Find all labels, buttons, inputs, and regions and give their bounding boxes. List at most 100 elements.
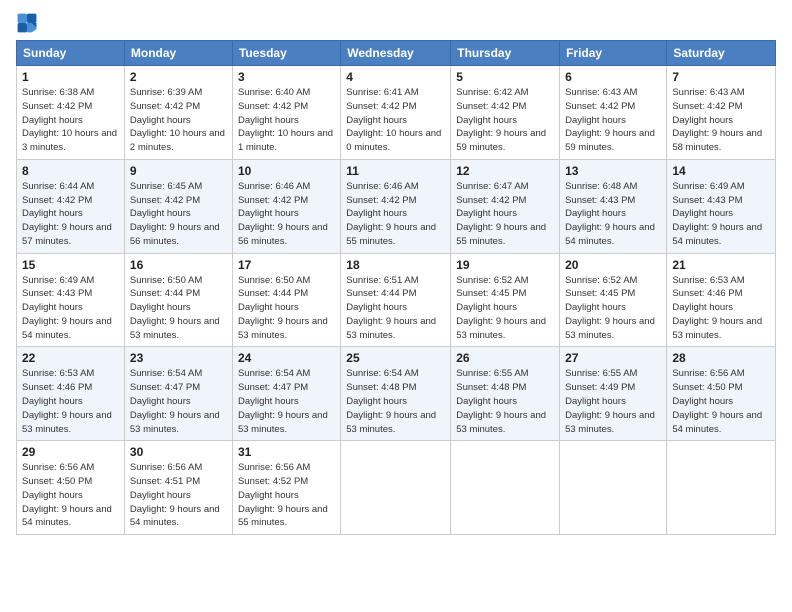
day-detail: Sunrise: 6:54 AM Sunset: 4:48 PM Dayligh… — [346, 367, 445, 436]
day-detail: Sunrise: 6:41 AM Sunset: 4:42 PM Dayligh… — [346, 86, 445, 155]
calendar-cell: 25 Sunrise: 6:54 AM Sunset: 4:48 PM Dayl… — [341, 347, 451, 441]
weekday-header-tuesday: Tuesday — [232, 41, 340, 66]
sunset-text: Sunset: 4:43 PM — [565, 195, 635, 206]
sunrise-text: Sunrise: 6:54 AM — [238, 368, 310, 379]
week-row-3: 22 Sunrise: 6:53 AM Sunset: 4:46 PM Dayl… — [17, 347, 776, 441]
day-number: 23 — [130, 351, 227, 365]
day-number: 16 — [130, 258, 227, 272]
sunset-text: Sunset: 4:47 PM — [238, 382, 308, 393]
daylight-label: Daylight hours — [238, 115, 299, 126]
daylight-label: Daylight hours — [22, 115, 83, 126]
calendar-cell: 9 Sunrise: 6:45 AM Sunset: 4:42 PM Dayli… — [124, 159, 232, 253]
sunrise-text: Sunrise: 6:53 AM — [672, 275, 744, 286]
sunset-text: Sunset: 4:42 PM — [130, 101, 200, 112]
sunset-text: Sunset: 4:44 PM — [346, 288, 416, 299]
day-number: 3 — [238, 70, 335, 84]
daylight-label: Daylight hours — [22, 490, 83, 501]
sunrise-text: Sunrise: 6:41 AM — [346, 87, 418, 98]
daylight-label: Daylight hours — [346, 115, 407, 126]
sunset-text: Sunset: 4:42 PM — [22, 195, 92, 206]
daylight-text: Daylight: 9 hours and 53 minutes. — [238, 410, 328, 435]
week-row-2: 15 Sunrise: 6:49 AM Sunset: 4:43 PM Dayl… — [17, 253, 776, 347]
sunrise-text: Sunrise: 6:56 AM — [130, 462, 202, 473]
calendar-cell: 15 Sunrise: 6:49 AM Sunset: 4:43 PM Dayl… — [17, 253, 125, 347]
daylight-label: Daylight hours — [672, 115, 733, 126]
day-number: 22 — [22, 351, 119, 365]
calendar-cell: 16 Sunrise: 6:50 AM Sunset: 4:44 PM Dayl… — [124, 253, 232, 347]
calendar-cell: 31 Sunrise: 6:56 AM Sunset: 4:52 PM Dayl… — [232, 441, 340, 535]
daylight-text: Daylight: 9 hours and 53 minutes. — [22, 410, 112, 435]
day-detail: Sunrise: 6:46 AM Sunset: 4:42 PM Dayligh… — [238, 180, 335, 249]
day-number: 1 — [22, 70, 119, 84]
daylight-label: Daylight hours — [130, 396, 191, 407]
calendar-cell: 26 Sunrise: 6:55 AM Sunset: 4:48 PM Dayl… — [451, 347, 560, 441]
sunset-text: Sunset: 4:42 PM — [672, 101, 742, 112]
daylight-text: Daylight: 10 hours and 2 minutes. — [130, 128, 225, 153]
daylight-label: Daylight hours — [456, 115, 517, 126]
day-number: 10 — [238, 164, 335, 178]
calendar-cell: 29 Sunrise: 6:56 AM Sunset: 4:50 PM Dayl… — [17, 441, 125, 535]
calendar-cell — [667, 441, 776, 535]
day-detail: Sunrise: 6:52 AM Sunset: 4:45 PM Dayligh… — [565, 274, 661, 343]
daylight-text: Daylight: 9 hours and 54 minutes. — [130, 504, 220, 529]
calendar-cell — [341, 441, 451, 535]
calendar-cell: 12 Sunrise: 6:47 AM Sunset: 4:42 PM Dayl… — [451, 159, 560, 253]
day-number: 24 — [238, 351, 335, 365]
daylight-label: Daylight hours — [565, 302, 626, 313]
sunset-text: Sunset: 4:42 PM — [456, 195, 526, 206]
day-detail: Sunrise: 6:55 AM Sunset: 4:48 PM Dayligh… — [456, 367, 554, 436]
sunrise-text: Sunrise: 6:39 AM — [130, 87, 202, 98]
calendar-cell: 3 Sunrise: 6:40 AM Sunset: 4:42 PM Dayli… — [232, 66, 340, 160]
daylight-text: Daylight: 9 hours and 53 minutes. — [346, 316, 436, 341]
day-detail: Sunrise: 6:49 AM Sunset: 4:43 PM Dayligh… — [672, 180, 770, 249]
calendar-cell: 5 Sunrise: 6:42 AM Sunset: 4:42 PM Dayli… — [451, 66, 560, 160]
sunrise-text: Sunrise: 6:48 AM — [565, 181, 637, 192]
sunset-text: Sunset: 4:47 PM — [130, 382, 200, 393]
daylight-label: Daylight hours — [346, 396, 407, 407]
calendar-cell — [451, 441, 560, 535]
day-number: 2 — [130, 70, 227, 84]
sunset-text: Sunset: 4:42 PM — [565, 101, 635, 112]
daylight-text: Daylight: 9 hours and 59 minutes. — [565, 128, 655, 153]
day-detail: Sunrise: 6:56 AM Sunset: 4:50 PM Dayligh… — [672, 367, 770, 436]
daylight-label: Daylight hours — [565, 115, 626, 126]
daylight-text: Daylight: 9 hours and 55 minutes. — [238, 504, 328, 529]
daylight-text: Daylight: 9 hours and 54 minutes. — [565, 222, 655, 247]
day-number: 14 — [672, 164, 770, 178]
sunrise-text: Sunrise: 6:49 AM — [672, 181, 744, 192]
calendar-cell: 8 Sunrise: 6:44 AM Sunset: 4:42 PM Dayli… — [17, 159, 125, 253]
sunrise-text: Sunrise: 6:52 AM — [565, 275, 637, 286]
sunset-text: Sunset: 4:46 PM — [672, 288, 742, 299]
daylight-text: Daylight: 9 hours and 59 minutes. — [456, 128, 546, 153]
day-detail: Sunrise: 6:55 AM Sunset: 4:49 PM Dayligh… — [565, 367, 661, 436]
sunset-text: Sunset: 4:52 PM — [238, 476, 308, 487]
day-detail: Sunrise: 6:45 AM Sunset: 4:42 PM Dayligh… — [130, 180, 227, 249]
weekday-header-wednesday: Wednesday — [341, 41, 451, 66]
sunset-text: Sunset: 4:42 PM — [238, 195, 308, 206]
sunrise-text: Sunrise: 6:43 AM — [672, 87, 744, 98]
day-number: 31 — [238, 445, 335, 459]
day-number: 11 — [346, 164, 445, 178]
calendar-cell: 18 Sunrise: 6:51 AM Sunset: 4:44 PM Dayl… — [341, 253, 451, 347]
day-detail: Sunrise: 6:54 AM Sunset: 4:47 PM Dayligh… — [130, 367, 227, 436]
weekday-header-friday: Friday — [560, 41, 667, 66]
weekday-header-thursday: Thursday — [451, 41, 560, 66]
sunrise-text: Sunrise: 6:53 AM — [22, 368, 94, 379]
day-detail: Sunrise: 6:38 AM Sunset: 4:42 PM Dayligh… — [22, 86, 119, 155]
calendar-cell: 24 Sunrise: 6:54 AM Sunset: 4:47 PM Dayl… — [232, 347, 340, 441]
page: SundayMondayTuesdayWednesdayThursdayFrid… — [0, 0, 792, 612]
sunset-text: Sunset: 4:44 PM — [130, 288, 200, 299]
day-detail: Sunrise: 6:44 AM Sunset: 4:42 PM Dayligh… — [22, 180, 119, 249]
day-detail: Sunrise: 6:56 AM Sunset: 4:52 PM Dayligh… — [238, 461, 335, 530]
day-number: 21 — [672, 258, 770, 272]
day-number: 8 — [22, 164, 119, 178]
daylight-text: Daylight: 9 hours and 53 minutes. — [130, 410, 220, 435]
day-number: 9 — [130, 164, 227, 178]
daylight-label: Daylight hours — [456, 396, 517, 407]
sunset-text: Sunset: 4:42 PM — [346, 101, 416, 112]
sunset-text: Sunset: 4:42 PM — [456, 101, 526, 112]
calendar-cell: 17 Sunrise: 6:50 AM Sunset: 4:44 PM Dayl… — [232, 253, 340, 347]
daylight-text: Daylight: 9 hours and 58 minutes. — [672, 128, 762, 153]
day-detail: Sunrise: 6:53 AM Sunset: 4:46 PM Dayligh… — [672, 274, 770, 343]
daylight-label: Daylight hours — [346, 208, 407, 219]
